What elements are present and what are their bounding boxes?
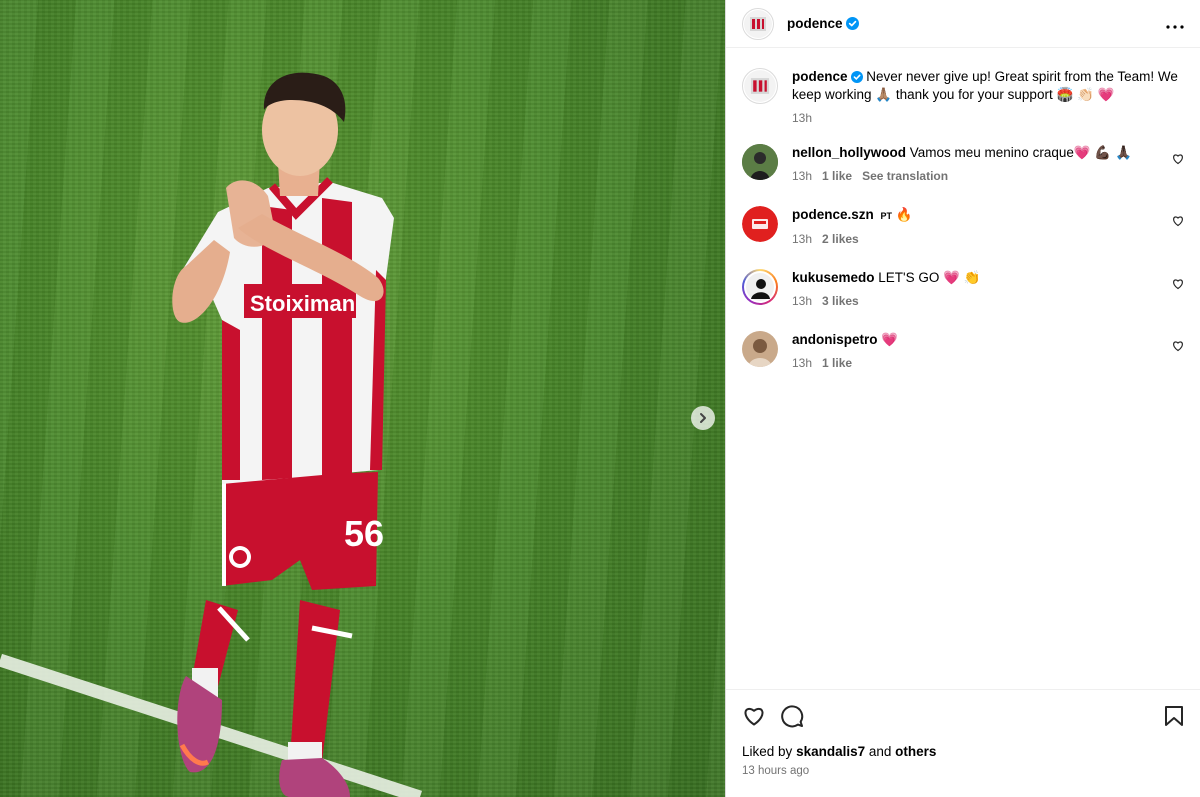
caption-meta: 13h (792, 111, 1184, 125)
player-photo: Stoiximan 56 (0, 72, 423, 797)
verified-badge-icon (850, 71, 863, 83)
person-avatar-image (742, 144, 778, 180)
liked-by-user[interactable]: skandalis7 (796, 744, 865, 759)
comment-text-line: podence.szn PT 🔥 (792, 206, 1184, 225)
next-media-button[interactable] (691, 406, 715, 430)
likes-summary: Liked by skandalis7 and others (742, 744, 1184, 759)
chevron-right-icon (700, 413, 706, 423)
comment-text-line: andonispetro 💗 (792, 331, 1184, 349)
comment-likes[interactable]: 3 likes (822, 294, 859, 308)
comment-item: kukusemedo LET'S GO 💗 👏 13h 3 likes (742, 269, 1184, 308)
comment-item: andonispetro 💗 13h 1 like (742, 331, 1184, 370)
verified-badge-icon (845, 17, 859, 30)
author-name-group: podence (787, 16, 859, 31)
person-avatar-image (742, 331, 778, 367)
heart-icon (744, 708, 764, 726)
caption-avatar[interactable] (742, 68, 778, 104)
save-post-button[interactable] (1164, 705, 1184, 727)
person-avatar-image (744, 271, 776, 303)
comment-text: 🔥 (895, 207, 913, 222)
comment-text: LET'S GO 💗 👏 (878, 270, 981, 285)
club-crest-avatar (744, 70, 776, 102)
comment-time[interactable]: 13h (792, 356, 812, 370)
post-media[interactable]: Stoiximan 56 (0, 0, 725, 797)
comment-meta: 13h 1 like See translation (792, 169, 1184, 183)
liked-by-others[interactable]: others (895, 744, 936, 759)
more-options-icon (1166, 25, 1184, 29)
liked-by-prefix: Liked by (742, 744, 793, 759)
comment-body: podence.szn PT 🔥 13h 2 likes (792, 206, 1184, 246)
commenter-avatar[interactable] (742, 144, 778, 180)
comment-text-line: kukusemedo LET'S GO 💗 👏 (792, 269, 1184, 287)
comment-text: Vamos meu menino craque💗 💪🏿 🙏🏿 (909, 145, 1132, 160)
comment-item: nellon_hollywood Vamos meu menino craque… (742, 144, 1184, 183)
commenter-avatar[interactable] (742, 206, 778, 242)
like-post-button[interactable] (742, 704, 766, 728)
comment-username[interactable]: podence.szn (792, 207, 874, 222)
club-crest-avatar (744, 9, 772, 38)
post-caption: podence Never never give up! Great spiri… (742, 68, 1184, 125)
caption-time[interactable]: 13h (792, 111, 812, 125)
author-avatar[interactable] (742, 7, 774, 40)
comment-likes[interactable]: 1 like (822, 356, 852, 370)
comment-username[interactable]: kukusemedo (792, 270, 875, 285)
caption-body: podence Never never give up! Great spiri… (792, 68, 1184, 125)
like-comment-button[interactable] (1172, 277, 1184, 293)
comment-likes[interactable]: 1 like (822, 169, 852, 183)
post-sidebar: podence podence Never never give up! Gre… (725, 0, 1200, 797)
comment-likes[interactable]: 2 likes (822, 232, 859, 246)
comment-time[interactable]: 13h (792, 232, 812, 246)
comment-time[interactable]: 13h (792, 294, 812, 308)
post-footer: Liked by skandalis7 and others 13 hours … (726, 689, 1200, 797)
caption-text-line: podence Never never give up! Great spiri… (792, 68, 1184, 104)
instagram-post-modal: Stoiximan 56 podence podence Never never… (0, 0, 1200, 797)
jersey-number-text: 56 (344, 513, 384, 554)
heart-icon (1173, 279, 1183, 290)
caption-username[interactable]: podence (792, 69, 848, 84)
comment-icon (781, 705, 804, 728)
commenter-avatar[interactable] (742, 331, 778, 367)
comment-meta: 13h 2 likes (792, 232, 1184, 246)
heart-icon (1173, 154, 1183, 165)
like-comment-button[interactable] (1172, 152, 1184, 168)
language-tag: PT (880, 211, 893, 221)
more-options-button[interactable] (1166, 18, 1184, 29)
comment-body: nellon_hollywood Vamos meu menino craque… (792, 144, 1184, 183)
heart-icon (1173, 216, 1183, 227)
comment-text: 💗 (881, 332, 899, 347)
post-header: podence (726, 0, 1200, 48)
comment-time[interactable]: 13h (792, 169, 812, 183)
comment-item: podence.szn PT 🔥 13h 2 likes (742, 206, 1184, 246)
comment-username[interactable]: andonispetro (792, 332, 878, 347)
jersey-sponsor-text: Stoiximan (250, 291, 355, 316)
like-comment-button[interactable] (1172, 214, 1184, 230)
comment-meta: 13h 1 like (792, 356, 1184, 370)
comment-body: andonispetro 💗 13h 1 like (792, 331, 1184, 370)
comment-meta: 13h 3 likes (792, 294, 1184, 308)
comments-list[interactable]: podence Never never give up! Great spiri… (726, 48, 1200, 689)
post-timestamp[interactable]: 13 hours ago (742, 765, 1184, 777)
see-translation-link[interactable]: See translation (862, 169, 948, 183)
author-username[interactable]: podence (787, 16, 843, 31)
comment-button[interactable] (780, 704, 804, 728)
comment-username[interactable]: nellon_hollywood (792, 145, 906, 160)
commenter-avatar-story-ring[interactable] (742, 269, 778, 305)
like-comment-button[interactable] (1172, 339, 1184, 355)
bookmark-icon (1165, 706, 1183, 726)
liked-by-and: and (868, 744, 892, 759)
fan-page-logo-avatar (742, 206, 778, 242)
heart-icon (1173, 341, 1183, 352)
comment-body: kukusemedo LET'S GO 💗 👏 13h 3 likes (792, 269, 1184, 308)
post-actions (742, 702, 1184, 730)
comment-text-line: nellon_hollywood Vamos meu menino craque… (792, 144, 1184, 162)
